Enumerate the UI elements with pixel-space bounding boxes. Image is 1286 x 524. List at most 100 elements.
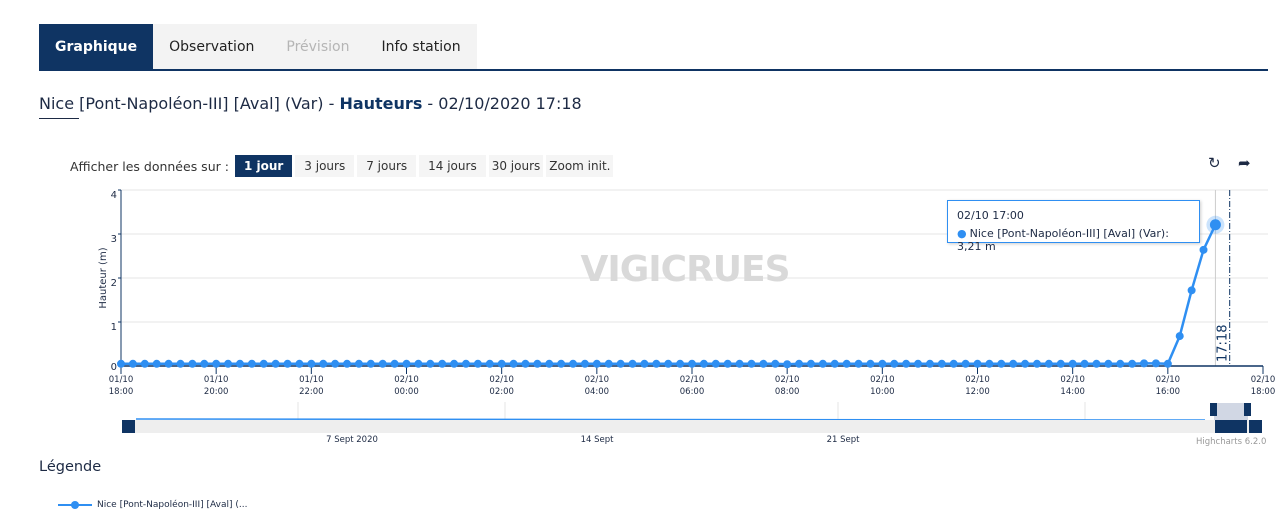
data-point — [128, 359, 137, 368]
data-point — [580, 359, 589, 368]
data-point — [795, 359, 804, 368]
data-point — [1080, 359, 1089, 368]
x-tick-label-date: 02/10 — [1251, 375, 1276, 385]
x-tick-label-time: 10:00 — [870, 387, 895, 397]
data-point — [402, 359, 411, 368]
data-point — [164, 359, 173, 368]
data-point — [937, 359, 946, 368]
data-point — [759, 359, 768, 368]
x-tick-label-date: 02/10 — [489, 375, 514, 385]
data-point — [640, 359, 649, 368]
navigator-label: 14 Sept — [581, 435, 615, 445]
data-point — [890, 359, 899, 368]
x-tick-label-time: 18:00 — [109, 387, 134, 397]
data-point — [961, 359, 970, 368]
data-point — [1116, 359, 1125, 368]
navigator-mask — [1214, 403, 1248, 420]
data-point — [1163, 359, 1172, 368]
data-point — [343, 359, 352, 368]
tooltip: 02/10 17:00 ● Nice [Pont-Napoléon-III] [A… — [947, 200, 1200, 253]
x-tick-label-time: 12:00 — [965, 387, 990, 397]
data-point — [1151, 359, 1160, 368]
data-point — [604, 359, 613, 368]
data-point — [557, 359, 566, 368]
x-tick-label-date: 02/10 — [1060, 375, 1085, 385]
navigator-label: 21 Sept — [827, 435, 861, 445]
data-point — [509, 359, 518, 368]
x-tick-label-time: 00:00 — [394, 387, 419, 397]
line-marker-icon — [58, 500, 92, 510]
x-tick-label-date: 02/10 — [585, 375, 610, 385]
legend-title: Légende — [39, 459, 102, 475]
data-point — [319, 359, 328, 368]
data-point — [1104, 359, 1113, 368]
navigator-label: 7 Sept 2020 — [326, 435, 378, 445]
data-point — [664, 359, 673, 368]
data-point — [438, 359, 447, 368]
x-tick-label-time: 16:00 — [1156, 387, 1181, 397]
data-point — [259, 359, 268, 368]
data-point — [592, 359, 601, 368]
data-point — [1021, 359, 1030, 368]
data-point — [331, 359, 340, 368]
navigator-handle-left — [1210, 403, 1217, 416]
data-point — [854, 359, 863, 368]
data-point — [1187, 286, 1196, 295]
data-point — [247, 359, 256, 368]
data-point — [973, 359, 982, 368]
data-point — [212, 359, 221, 368]
data-point — [545, 359, 554, 368]
x-tick-label-time: 14:00 — [1060, 387, 1085, 397]
data-point — [140, 359, 149, 368]
data-point — [450, 359, 459, 368]
data-point — [771, 359, 780, 368]
data-point — [818, 359, 827, 368]
x-tick-label-time: 08:00 — [775, 387, 800, 397]
data-point — [711, 359, 720, 368]
data-point — [949, 359, 958, 368]
data-point — [473, 359, 482, 368]
current-time-label: 17:18 — [1216, 325, 1231, 362]
data-point — [224, 359, 233, 368]
data-point — [1140, 359, 1149, 368]
data-point — [723, 359, 732, 368]
x-tick-label-date: 01/10 — [299, 375, 324, 385]
y-tick-label: 0 — [111, 362, 117, 373]
scrollbar-thumb — [1215, 420, 1247, 433]
x-tick-label-time: 04:00 — [585, 387, 610, 397]
data-point — [1199, 245, 1208, 254]
data-point — [735, 359, 744, 368]
x-tick-label-date: 02/10 — [870, 375, 895, 385]
tooltip-value: 3,21 m — [957, 240, 996, 253]
navigator-scrollbar-track — [122, 420, 1262, 433]
navigator-handle-right — [1244, 403, 1251, 416]
tooltip-header: 02/10 17:00 — [957, 209, 1024, 222]
x-tick-label-date: 02/10 — [1156, 375, 1181, 385]
x-tick-label-time: 20:00 — [204, 387, 229, 397]
x-tick-label-date: 02/10 — [394, 375, 419, 385]
x-tick-label-date: 01/10 — [204, 375, 229, 385]
scrollbar-left-button — [122, 420, 135, 433]
x-tick-label-date: 01/10 — [109, 375, 134, 385]
data-point — [806, 359, 815, 368]
data-point — [1009, 359, 1018, 368]
data-point — [521, 359, 530, 368]
data-point — [902, 359, 911, 368]
data-point — [176, 359, 185, 368]
x-tick-label-date: 02/10 — [965, 375, 990, 385]
x-tick-label-time: 06:00 — [680, 387, 705, 397]
data-point — [616, 359, 625, 368]
data-point — [271, 359, 280, 368]
data-point — [1068, 359, 1077, 368]
scrollbar-right-button — [1249, 420, 1262, 433]
data-point — [414, 359, 423, 368]
legend-item[interactable]: Nice [Pont-Napoléon-III] [Aval] (... — [58, 500, 247, 510]
data-point — [878, 359, 887, 368]
data-point — [1032, 359, 1041, 368]
data-point — [426, 359, 435, 368]
data-point — [842, 359, 851, 368]
highcharts-credits[interactable]: Highcharts 6.2.0 — [1196, 437, 1266, 447]
data-point — [866, 359, 875, 368]
data-point — [1175, 332, 1184, 341]
data-point — [985, 359, 994, 368]
